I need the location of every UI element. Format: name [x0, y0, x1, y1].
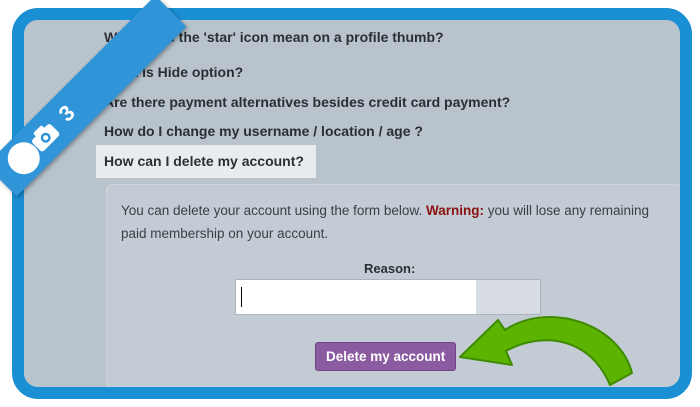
text-caret [241, 287, 242, 307]
message-text-before: You can delete your account using the fo… [121, 203, 426, 218]
reason-label: Reason: [364, 261, 416, 276]
faq-question-payment-alternatives[interactable]: Are there payment alternatives besides c… [104, 94, 510, 110]
green-arrow-icon [459, 316, 633, 386]
step-number: 3 [53, 100, 80, 127]
delete-account-message: You can delete your account using the fo… [121, 199, 661, 245]
faq-question-change-username[interactable]: How do I change my username / location /… [104, 123, 423, 139]
faq-question-delete-account[interactable]: How can I delete my account? [96, 145, 316, 178]
warning-label: Warning: [425, 203, 484, 218]
